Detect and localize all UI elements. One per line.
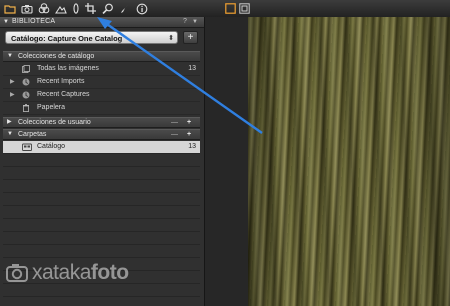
collection-item-all-images[interactable]: Todas las imágenes 13 (3, 63, 200, 76)
folder-item-catalog[interactable]: Catálogo 13 (3, 141, 200, 154)
help-button[interactable]: ? (183, 17, 187, 27)
lens-icon[interactable] (71, 2, 81, 15)
empty-row (3, 154, 200, 167)
tree-bark-image (248, 17, 450, 306)
section-title: Colecciones de catálogo (18, 53, 95, 60)
collapse-triangle-icon[interactable]: ▼ (7, 130, 13, 139)
section-title: Carpetas (18, 131, 47, 138)
expand-triangle-icon[interactable]: ▶ (10, 76, 15, 88)
watermark-logo: xatakafoto (6, 258, 129, 288)
viewer-background (205, 17, 248, 306)
collection-item-count: 13 (188, 65, 196, 72)
folders-header[interactable]: ▼ Carpetas — + (3, 129, 200, 140)
photo-viewer[interactable] (248, 17, 450, 306)
empty-row (3, 219, 200, 232)
empty-row (3, 180, 200, 193)
recent-captures-icon (22, 91, 30, 99)
panel-menu-icon[interactable]: ▼ (192, 17, 198, 27)
expand-triangle-icon[interactable]: ▶ (7, 118, 12, 127)
collection-item-trash[interactable]: Papelera (3, 102, 200, 115)
exposure-icon[interactable] (54, 2, 68, 15)
add-folder-button[interactable]: + (187, 130, 191, 139)
section-title: Colecciones de usuario (18, 119, 91, 126)
watermark-text: xatakafoto (32, 261, 129, 285)
collection-item-label: Recent Imports (37, 78, 85, 85)
empty-row (3, 167, 200, 180)
empty-row (3, 232, 200, 245)
watermark-text-bold: foto (90, 261, 129, 284)
collection-item-label: Recent Captures (37, 91, 90, 98)
trash-icon (22, 104, 30, 112)
collection-item-recent-imports[interactable]: ▶ Recent Imports (3, 76, 200, 89)
magnifier-icon[interactable] (101, 2, 115, 15)
panel-title: BIBLIOTECA (12, 18, 56, 25)
collapse-triangle-icon[interactable]: ▼ (7, 52, 13, 61)
catalog-icon (22, 143, 32, 151)
pen-icon[interactable] (118, 2, 132, 15)
remove-user-collection-button[interactable]: — (171, 118, 178, 127)
recent-imports-icon (22, 78, 30, 86)
folder-item-count: 13 (188, 143, 196, 150)
add-user-collection-button[interactable]: + (187, 118, 191, 127)
panel-header[interactable]: ▼ BIBLIOTECA ? ▼ (0, 17, 204, 28)
empty-row (3, 206, 200, 219)
user-collections-header[interactable]: ▶ Colecciones de usuario — + (3, 117, 200, 128)
camera-icon[interactable] (20, 2, 34, 15)
color-balance-icon[interactable] (37, 2, 51, 15)
info-icon[interactable] (135, 2, 149, 15)
expand-triangle-icon[interactable]: ▶ (10, 89, 15, 101)
toolbar (0, 0, 450, 18)
select-arrows-icon: ⬍ (168, 35, 174, 42)
crop-icon[interactable] (84, 2, 98, 15)
browser-view-icon[interactable] (224, 2, 236, 15)
plus-icon: + (187, 32, 194, 43)
catalog-select[interactable]: Catálogo: Capture One Catalog ⬍ (5, 31, 178, 44)
collapse-triangle-icon[interactable]: ▼ (3, 17, 9, 27)
collection-item-label: Todas las imágenes (37, 65, 99, 72)
folder-item-label: Catálogo (37, 143, 66, 150)
watermark-text-regular: xataka (32, 261, 91, 284)
add-catalog-button[interactable]: + (183, 31, 198, 44)
catalog-select-value: Catálogo: Capture One Catalog (11, 34, 123, 43)
remove-folder-button[interactable]: — (171, 130, 178, 139)
collection-item-label: Papelera (37, 104, 66, 111)
camera-logo-icon (6, 264, 28, 282)
folder-icon[interactable] (3, 2, 17, 15)
empty-row (3, 245, 200, 258)
images-icon (22, 65, 30, 73)
collection-item-recent-captures[interactable]: ▶ Recent Captures (3, 89, 200, 102)
viewer-view-icon[interactable] (238, 2, 250, 15)
catalog-collections-header[interactable]: ▼ Colecciones de catálogo (3, 51, 200, 62)
empty-row (3, 193, 200, 206)
